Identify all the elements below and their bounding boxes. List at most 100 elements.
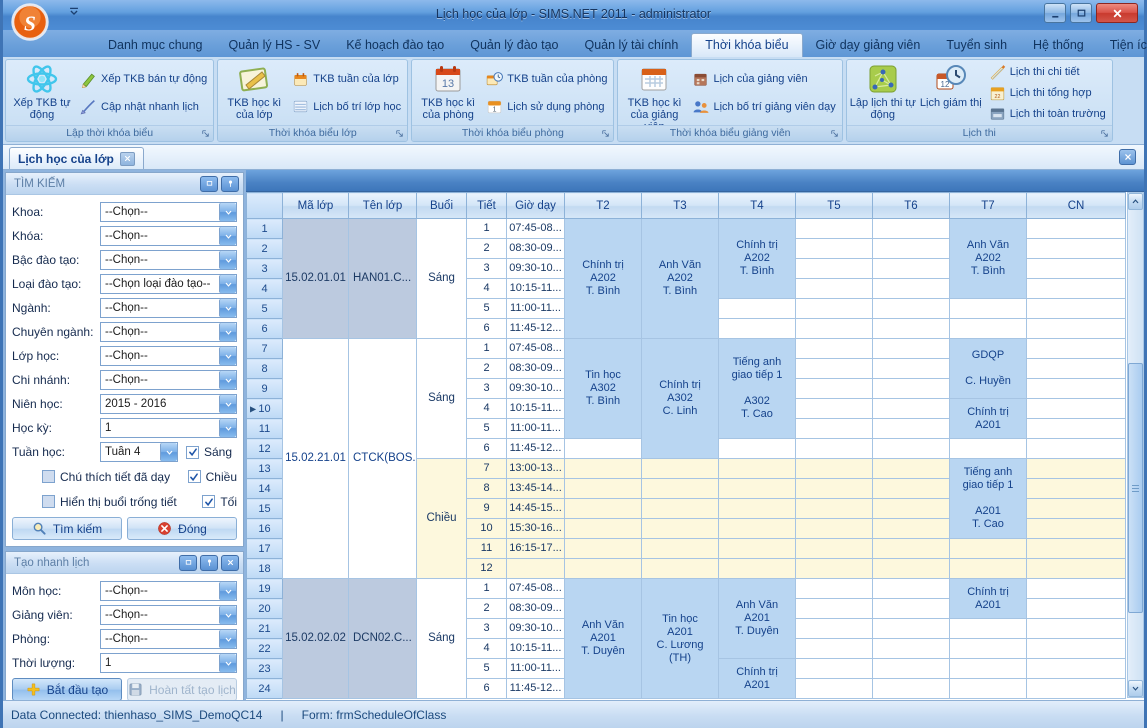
schedule-cell[interactable] xyxy=(796,479,873,499)
chevron-down-icon[interactable] xyxy=(219,203,236,221)
schedule-cell[interactable]: Anh Văn A201 T. Duyên xyxy=(719,579,796,659)
row-number[interactable]: 8 xyxy=(247,359,283,379)
schedule-cell[interactable]: HAN01.C... xyxy=(349,219,417,339)
schedule-cell[interactable] xyxy=(796,559,873,579)
ribbon-small-button[interactable]: Cập nhật nhanh lịch xyxy=(76,97,211,116)
schedule-cell[interactable] xyxy=(507,559,565,579)
schedule-cell[interactable] xyxy=(873,299,950,319)
schedule-cell[interactable] xyxy=(1027,459,1126,479)
schedule-cell[interactable] xyxy=(796,419,873,439)
schedule-cell[interactable]: 5 xyxy=(467,659,507,679)
schedule-cell[interactable]: 3 xyxy=(467,379,507,399)
schedule-cell[interactable] xyxy=(642,519,719,539)
schedule-cell[interactable] xyxy=(1027,439,1126,459)
row-number[interactable]: 3 xyxy=(247,259,283,279)
schedule-cell[interactable]: CTCK(BOS... xyxy=(349,339,417,579)
schedule-cell[interactable] xyxy=(1027,479,1126,499)
group-launcher-icon[interactable] xyxy=(200,128,211,139)
schedule-cell[interactable] xyxy=(796,339,873,359)
schedule-cell[interactable]: 09:30-10... xyxy=(507,379,565,399)
checkbox-box[interactable] xyxy=(42,470,55,483)
scroll-down-icon[interactable] xyxy=(1128,680,1143,697)
schedule-cell[interactable] xyxy=(873,259,950,279)
schedule-cell[interactable]: 15.02.01.01 xyxy=(283,219,349,339)
đóng-button[interactable]: Đóng xyxy=(127,517,237,540)
menu-tab-7[interactable]: Tuyển sinh xyxy=(933,34,1020,57)
chevron-down-icon[interactable] xyxy=(219,582,236,600)
schedule-cell[interactable]: Chính trị A201 xyxy=(950,399,1027,439)
schedule-cell[interactable]: DCN02.C... xyxy=(349,579,417,699)
schedule-cell[interactable]: Tiếng anh giao tiếp 1 A201 T. Cao xyxy=(950,459,1027,539)
schedule-cell[interactable] xyxy=(796,439,873,459)
schedule-cell[interactable]: 6 xyxy=(467,679,507,699)
schedule-cell[interactable] xyxy=(873,319,950,339)
dropdown[interactable]: --Chọn-- xyxy=(100,581,237,601)
schedule-cell[interactable] xyxy=(565,559,642,579)
row-number[interactable]: 7 xyxy=(247,339,283,359)
hoàn-tất-tạo-lịch-button[interactable]: Hoàn tất tạo lịch xyxy=(127,678,237,700)
row-number[interactable]: 11 xyxy=(247,419,283,439)
schedule-cell[interactable]: 10 xyxy=(467,519,507,539)
maximize-button[interactable] xyxy=(1070,3,1092,23)
row-number[interactable]: 12 xyxy=(247,439,283,459)
chevron-down-icon[interactable] xyxy=(219,606,236,624)
row-number[interactable]: 16 xyxy=(247,519,283,539)
row-number[interactable]: 17 xyxy=(247,539,283,559)
schedule-cell[interactable]: 3 xyxy=(467,619,507,639)
bắt-đầu-tạo-button[interactable]: Bắt đầu tạo xyxy=(12,678,122,700)
close-panel-button[interactable] xyxy=(221,555,239,571)
schedule-cell[interactable]: 09:30-10... xyxy=(507,619,565,639)
schedule-cell[interactable]: 5 xyxy=(467,419,507,439)
pin-panel-button[interactable] xyxy=(221,176,239,192)
app-logo-icon[interactable]: S xyxy=(11,3,49,41)
chevron-down-icon[interactable] xyxy=(219,347,236,365)
schedule-cell[interactable] xyxy=(719,559,796,579)
schedule-cell[interactable] xyxy=(642,559,719,579)
tab-lich-hoc-cua-lop[interactable]: Lịch học của lớp xyxy=(9,147,144,169)
schedule-cell[interactable]: 07:45-08... xyxy=(507,219,565,239)
schedule-cell[interactable] xyxy=(719,299,796,319)
dropdown[interactable]: --Chọn-- xyxy=(100,605,237,625)
schedule-cell[interactable] xyxy=(796,239,873,259)
row-number[interactable]: 1 xyxy=(247,219,283,239)
chevron-down-icon[interactable] xyxy=(219,654,236,672)
schedule-cell[interactable]: Chính trị A202 T. Bình xyxy=(565,219,642,339)
row-number[interactable]: 5 xyxy=(247,299,283,319)
chevron-down-icon[interactable] xyxy=(219,371,236,389)
schedule-cell[interactable]: Sáng xyxy=(417,579,467,699)
schedule-cell[interactable] xyxy=(796,259,873,279)
schedule-cell[interactable]: 10:15-11... xyxy=(507,639,565,659)
ribbon-big-button[interactable]: TKB học kì của lớp xyxy=(220,61,288,125)
schedule-cell[interactable] xyxy=(796,519,873,539)
row-number[interactable]: 9 xyxy=(247,379,283,399)
schedule-cell[interactable] xyxy=(950,659,1027,679)
vertical-scrollbar[interactable] xyxy=(1127,192,1144,698)
schedule-cell[interactable]: 11:45-12... xyxy=(507,319,565,339)
schedule-cell[interactable] xyxy=(950,639,1027,659)
minimize-button[interactable] xyxy=(1044,3,1066,23)
schedule-cell[interactable] xyxy=(1027,599,1126,619)
schedule-cell[interactable] xyxy=(719,519,796,539)
schedule-cell[interactable]: 11:00-11... xyxy=(507,659,565,679)
schedule-cell[interactable] xyxy=(873,339,950,359)
schedule-cell[interactable]: Anh Văn A202 T. Bình xyxy=(950,219,1027,299)
schedule-cell[interactable]: Chính trị A202 T. Bình xyxy=(719,219,796,299)
ribbon-small-button[interactable]: Xếp TKB bán tự động xyxy=(76,70,211,89)
schedule-cell[interactable]: 11:00-11... xyxy=(507,299,565,319)
checkbox[interactable]: Tối xyxy=(202,495,237,509)
schedule-cell[interactable] xyxy=(796,659,873,679)
group-launcher-icon[interactable] xyxy=(600,128,611,139)
dropdown[interactable]: Tuần 4 xyxy=(100,442,178,462)
schedule-cell[interactable] xyxy=(642,479,719,499)
row-number[interactable]: 4 xyxy=(247,279,283,299)
close-button[interactable] xyxy=(1096,3,1138,23)
schedule-cell[interactable] xyxy=(873,279,950,299)
schedule-cell[interactable]: 8 xyxy=(467,479,507,499)
schedule-cell[interactable]: 12 xyxy=(467,559,507,579)
schedule-cell[interactable] xyxy=(1027,339,1126,359)
schedule-cell[interactable]: 4 xyxy=(467,279,507,299)
schedule-cell[interactable] xyxy=(1027,219,1126,239)
row-number[interactable]: 21 xyxy=(247,619,283,639)
dropdown[interactable]: --Chọn-- xyxy=(100,322,237,342)
schedule-cell[interactable] xyxy=(796,539,873,559)
